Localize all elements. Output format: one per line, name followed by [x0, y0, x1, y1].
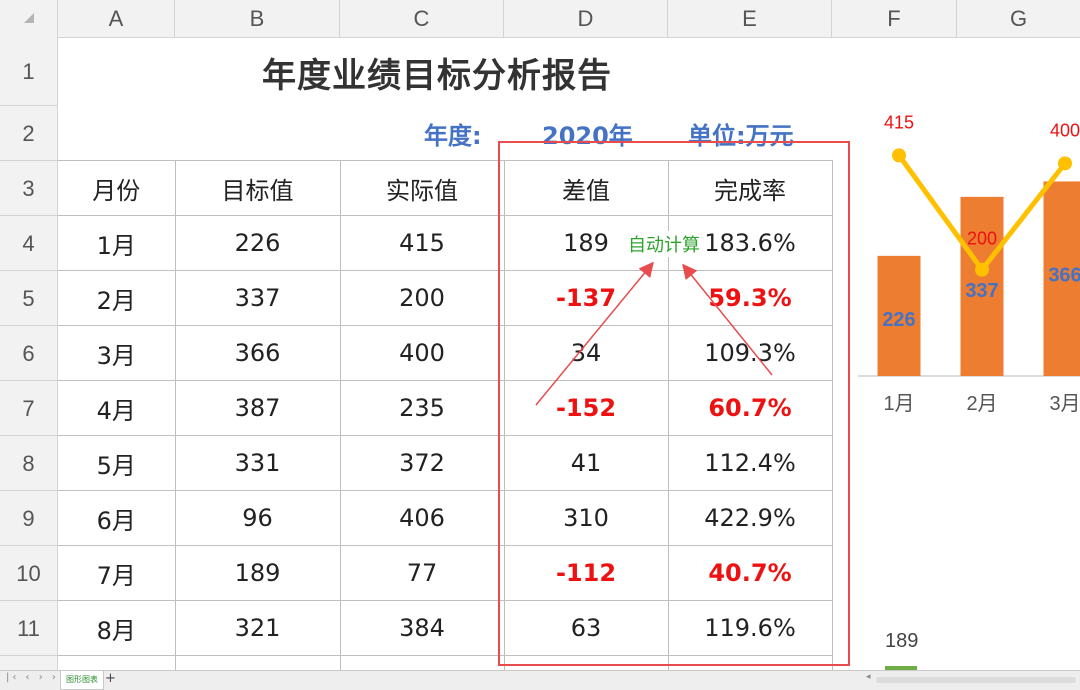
report-title: 年度业绩目标分析报告: [262, 56, 612, 96]
auto-calc-note: 自动计算: [628, 231, 700, 257]
category-label: 1月: [883, 393, 914, 415]
table-cell-target[interactable]: 366: [174, 325, 341, 381]
table-cell-target[interactable]: 96: [174, 490, 341, 546]
table-cell-month[interactable]: 3月: [58, 325, 176, 381]
category-label: 2月: [966, 393, 997, 415]
table-cell-empty[interactable]: [339, 655, 505, 671]
chart[interactable]: 226 337 366 415 200 400 1月 2月 3月 189: [858, 90, 1080, 670]
table-cell-month[interactable]: 2月: [58, 270, 176, 326]
table-cell-empty[interactable]: [58, 655, 176, 671]
table-cell-target[interactable]: 189: [174, 545, 341, 601]
table-cell-actual[interactable]: 406: [339, 490, 505, 546]
select-all-triangle-icon: [24, 13, 34, 23]
row-header-11[interactable]: 11: [0, 601, 57, 656]
table-cell-actual[interactable]: 400: [339, 325, 505, 381]
horizontal-scrollbar[interactable]: [876, 677, 1076, 683]
table-cell-month[interactable]: 5月: [58, 435, 176, 491]
annotation-arrows: [535, 261, 773, 406]
row-header-bar: 1 2 3 4 5 6 7 8 9 10 11: [0, 37, 58, 670]
table-cell-month[interactable]: 1月: [58, 215, 176, 271]
sheet-tab-bar: |‹ ‹ › ›| 图形图表 + ◂: [0, 670, 1080, 690]
sheet-tab[interactable]: 图形图表: [60, 671, 104, 690]
row-header-9[interactable]: 9: [0, 491, 57, 546]
year-label: 年度:: [424, 122, 482, 150]
table-cell-actual[interactable]: 372: [339, 435, 505, 491]
bar-label: 337: [965, 280, 998, 302]
diff-label: 189: [885, 630, 918, 652]
table-cell-month[interactable]: 4月: [58, 380, 176, 436]
column-header-b[interactable]: B: [175, 0, 340, 37]
table-cell-actual[interactable]: 200: [339, 270, 505, 326]
table-cell-month[interactable]: 7月: [58, 545, 176, 601]
row-header-7[interactable]: 7: [0, 381, 57, 436]
line-label: 200: [967, 229, 997, 249]
row-header-12[interactable]: [0, 656, 57, 670]
table-cell-target[interactable]: 331: [174, 435, 341, 491]
row-header-4[interactable]: 4: [0, 216, 57, 271]
table-cell-actual[interactable]: 415: [339, 215, 505, 271]
row-header-8[interactable]: 8: [0, 436, 57, 491]
table-cell-actual[interactable]: 384: [339, 600, 505, 656]
sheet-nav-arrows-icon[interactable]: |‹ ‹ › ›|: [6, 672, 65, 683]
bar-label: 366: [1048, 264, 1080, 286]
arrow-to-rate: [682, 263, 773, 376]
table-cell-target[interactable]: 387: [174, 380, 341, 436]
table-header-cell[interactable]: 目标值: [174, 160, 341, 216]
column-header-e[interactable]: E: [668, 0, 832, 37]
column-header-g[interactable]: G: [957, 0, 1080, 37]
table-cell-month[interactable]: 6月: [58, 490, 176, 546]
row-header-10[interactable]: 10: [0, 546, 57, 601]
arrow-to-diff: [535, 261, 654, 406]
column-header-c[interactable]: C: [340, 0, 504, 37]
line-point: [1058, 156, 1072, 171]
line-label: 415: [884, 112, 914, 132]
table-header-cell[interactable]: 实际值: [339, 160, 505, 216]
table-cell-target[interactable]: 226: [174, 215, 341, 271]
column-header-bar: A B C D E F G: [0, 0, 1080, 38]
row-header-1[interactable]: 1: [0, 37, 57, 106]
table-cell-actual[interactable]: 77: [339, 545, 505, 601]
line-label: 400: [1050, 120, 1080, 140]
select-all-corner[interactable]: [0, 0, 58, 37]
line-point: [975, 262, 989, 277]
table-cell-target[interactable]: 337: [174, 270, 341, 326]
row-header-2[interactable]: 2: [0, 106, 57, 161]
column-header-d[interactable]: D: [504, 0, 668, 37]
row-header-5[interactable]: 5: [0, 271, 57, 326]
category-label: 3月: [1049, 393, 1080, 415]
table-cell-target[interactable]: 321: [174, 600, 341, 656]
table-cell-month[interactable]: 8月: [58, 600, 176, 656]
column-header-a[interactable]: A: [58, 0, 175, 37]
bar-label: 226: [882, 309, 915, 331]
table-cell-empty[interactable]: [174, 655, 341, 671]
scroll-left-icon[interactable]: ◂: [866, 672, 871, 682]
add-sheet-button[interactable]: +: [105, 671, 116, 686]
table-header-cell[interactable]: 月份: [58, 160, 176, 216]
row-header-6[interactable]: 6: [0, 326, 57, 381]
line-point: [892, 148, 906, 163]
row-header-3[interactable]: 3: [0, 161, 57, 216]
table-cell-actual[interactable]: 235: [339, 380, 505, 436]
column-header-f[interactable]: F: [832, 0, 957, 37]
